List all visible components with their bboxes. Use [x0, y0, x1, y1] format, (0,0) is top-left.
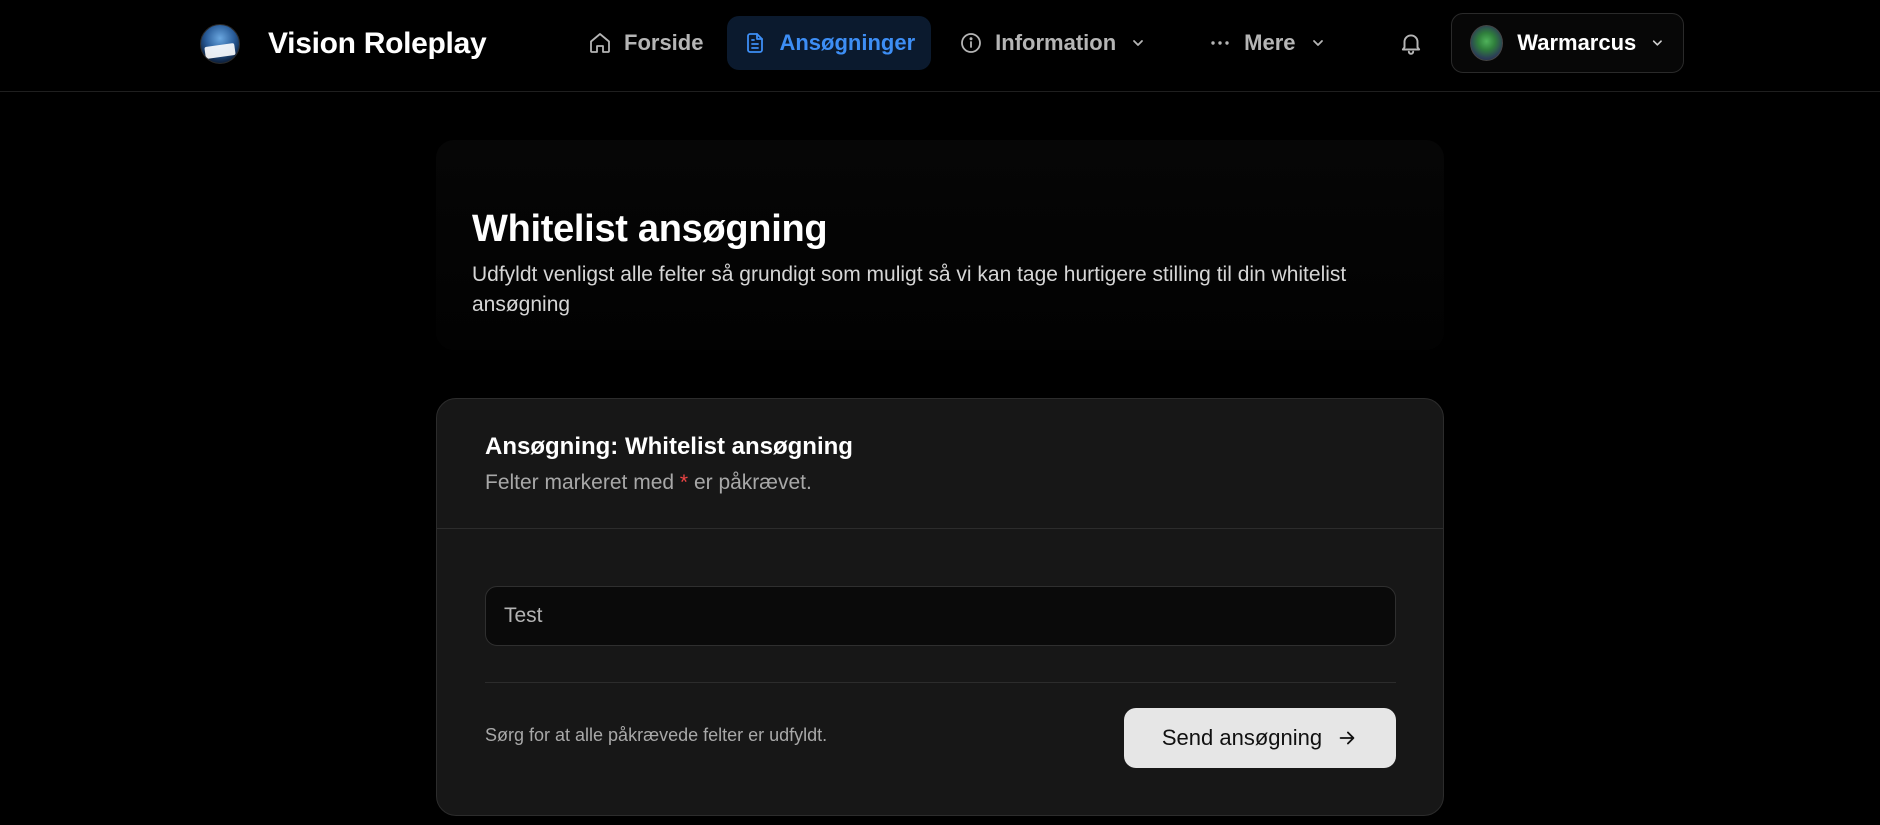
nav-item-information[interactable]: Information [943, 16, 1162, 70]
home-icon [590, 33, 610, 53]
chevron-down-icon [1653, 40, 1663, 46]
hero-card: Whitelist ansøgning Udfyldt venligst all… [436, 140, 1444, 350]
nav-item-label: Information [995, 30, 1117, 55]
form-footer-note: Sørg for at alle påkrævede felter er udf… [485, 725, 828, 745]
notifications-button[interactable] [1396, 28, 1426, 58]
form-title: Ansøgning: Whitelist ansøgning [485, 433, 853, 460]
application-text-input[interactable] [485, 586, 1396, 646]
application-form-card: Ansøgning: Whitelist ansøgning Felter ma… [436, 398, 1444, 816]
page-title: Whitelist ansøgning [472, 208, 828, 250]
form-header: Ansøgning: Whitelist ansøgning Felter ma… [437, 399, 1443, 529]
avatar [1470, 25, 1504, 61]
form-divider [485, 682, 1396, 683]
nav-item-mere[interactable]: Mere [1192, 16, 1341, 70]
nav-item-forside[interactable]: Forside [572, 16, 719, 70]
chevron-down-icon [1312, 40, 1323, 46]
top-navbar: Vision Roleplay Forside Ansøgninger Info… [0, 0, 1880, 92]
document-icon [747, 33, 764, 53]
nav-item-ansogninger[interactable]: Ansøgninger [727, 16, 932, 70]
required-suffix: er påkrævet. [693, 471, 812, 494]
send-application-label: Send ansøgning [1161, 725, 1323, 750]
bell-icon [1401, 34, 1421, 55]
user-menu-button[interactable]: Warmarcus [1451, 13, 1684, 73]
chevron-down-icon [1133, 40, 1144, 46]
required-fields-hint: Felter markeret med * er påkrævet. [485, 471, 812, 495]
vision-roleplay-logo [200, 24, 240, 64]
nav-item-label: Forside [624, 30, 704, 55]
page-description: Udfyldt venligst alle felter så grundigt… [472, 263, 1347, 316]
required-marker: * [679, 471, 689, 494]
nav-item-label: Mere [1244, 30, 1296, 55]
more-dots-icon [1211, 41, 1229, 45]
arrow-right-icon [1339, 731, 1355, 745]
main-nav: Forside Ansøgninger Information Mere [572, 16, 1342, 70]
nav-item-label: Ansøgninger [779, 30, 916, 55]
info-icon [961, 33, 982, 53]
user-name: Warmarcus [1517, 30, 1637, 55]
send-application-button[interactable]: Send ansøgning [1124, 708, 1396, 768]
brand[interactable]: Vision Roleplay [200, 24, 487, 64]
required-prefix: Felter markeret med [485, 471, 675, 494]
brand-name: Vision Roleplay [268, 27, 487, 60]
